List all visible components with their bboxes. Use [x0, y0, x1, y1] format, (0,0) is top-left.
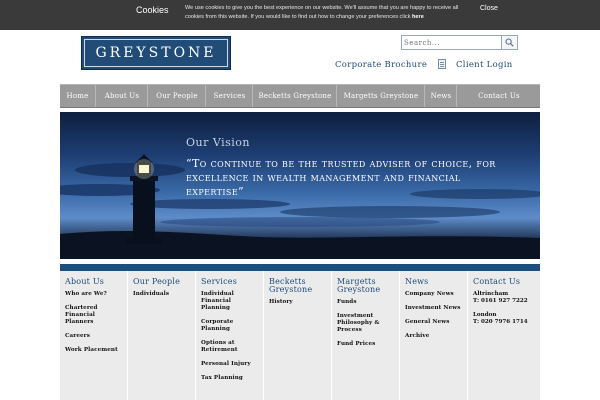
- search-button[interactable]: [501, 36, 517, 49]
- footer-link-personal-injury[interactable]: Personal Injury: [201, 361, 259, 368]
- nav-news[interactable]: News: [426, 85, 457, 107]
- footer-col-becketts: Becketts Greystone History: [264, 271, 332, 400]
- cookie-preferences-link[interactable]: here: [412, 14, 424, 20]
- footer-link-options-retirement[interactable]: Options at Retirement: [201, 340, 259, 354]
- footer-heading-services[interactable]: Services: [201, 278, 259, 286]
- search-box: [401, 35, 518, 50]
- cookie-message: We use cookies to give you the best expe…: [185, 4, 475, 22]
- footer-heading-people[interactable]: Our People: [133, 278, 191, 286]
- footer-link-funds[interactable]: Funds: [337, 299, 395, 306]
- client-login-link[interactable]: Client Login: [456, 60, 513, 70]
- footer-heading-becketts[interactable]: Becketts Greystone: [269, 278, 327, 294]
- cookie-close-button[interactable]: Close: [480, 5, 498, 12]
- nav-contact-us[interactable]: Contact Us: [458, 85, 540, 107]
- footer-col-news: News Company News Investment News Genera…: [400, 271, 468, 400]
- section-divider: [60, 264, 540, 271]
- footer-link-fund-prices[interactable]: Fund Prices: [337, 341, 395, 348]
- corporate-brochure-link[interactable]: Corporate Brochure: [335, 60, 427, 70]
- nav-services[interactable]: Services: [207, 85, 253, 107]
- document-icon[interactable]: [438, 59, 446, 69]
- nav-margetts-greystone[interactable]: Margetts Greystone: [338, 85, 425, 107]
- footer-link-investment-philosophy[interactable]: Investment Philosophy & Process: [337, 313, 395, 334]
- greystone-logo[interactable]: GREYSTONE: [81, 36, 231, 70]
- hero-heading: Our Vision: [186, 136, 250, 149]
- office-name-london: London: [473, 312, 497, 318]
- search-icon: [505, 38, 514, 47]
- footer-link-individual-planning[interactable]: Individual Financial Planning: [201, 291, 259, 312]
- footer-link-corporate-planning[interactable]: Corporate Planning: [201, 319, 259, 333]
- hero-banner: Our Vision “To continue to be the truste…: [60, 112, 540, 259]
- main-nav: Home About Us Our People Services Becket…: [60, 84, 540, 108]
- footer-col-contact: Contact Us Altrincham T: 0161 927 7222 L…: [468, 271, 540, 400]
- footer-col-people: Our People Individuals: [128, 271, 196, 400]
- phone-altrincham: T: 0161 927 7222: [473, 298, 528, 304]
- search-input[interactable]: [404, 37, 500, 48]
- footer-sitemap: About Us Who are We? Chartered Financial…: [60, 271, 540, 400]
- office-name-altrincham: Altrincham: [473, 291, 509, 297]
- footer-link-general-news[interactable]: General News: [405, 319, 463, 326]
- footer-link-history[interactable]: History: [269, 299, 327, 306]
- footer-link-careers[interactable]: Careers: [65, 333, 123, 340]
- footer-heading-news[interactable]: News: [405, 278, 463, 286]
- footer-link-work-placement[interactable]: Work Placement: [65, 347, 123, 354]
- footer-link-company-news[interactable]: Company News: [405, 291, 463, 298]
- footer-link-individuals[interactable]: Individuals: [133, 291, 191, 298]
- footer-heading-margetts[interactable]: Margetts Greystone: [337, 278, 395, 294]
- cookie-banner: Cookies We use cookies to give you the b…: [0, 0, 600, 30]
- footer-link-chartered-planners[interactable]: Chartered Financial Planners: [65, 305, 123, 326]
- footer-heading-contact[interactable]: Contact Us: [473, 278, 536, 286]
- cookie-title: Cookies: [136, 5, 169, 15]
- footer-link-investment-news[interactable]: Investment News: [405, 305, 463, 312]
- footer-link-archive[interactable]: Archive: [405, 333, 463, 340]
- nav-home[interactable]: Home: [60, 85, 96, 107]
- nav-about-us[interactable]: About Us: [97, 85, 148, 107]
- footer-heading-about[interactable]: About Us: [65, 278, 123, 286]
- footer-link-who-are-we[interactable]: Who are We?: [65, 291, 123, 298]
- phone-london: T: 020 7976 1714: [473, 319, 528, 325]
- nav-becketts-greystone[interactable]: Becketts Greystone: [254, 85, 337, 107]
- footer-col-about: About Us Who are We? Chartered Financial…: [60, 271, 128, 400]
- footer-link-tax-planning[interactable]: Tax Planning: [201, 375, 259, 382]
- footer-col-margetts: Margetts Greystone Funds Investment Phil…: [332, 271, 400, 400]
- nav-our-people[interactable]: Our People: [149, 85, 206, 107]
- hero-quote: “To continue to be the trusted adviser o…: [186, 157, 496, 198]
- footer-col-services: Services Individual Financial Planning C…: [196, 271, 264, 400]
